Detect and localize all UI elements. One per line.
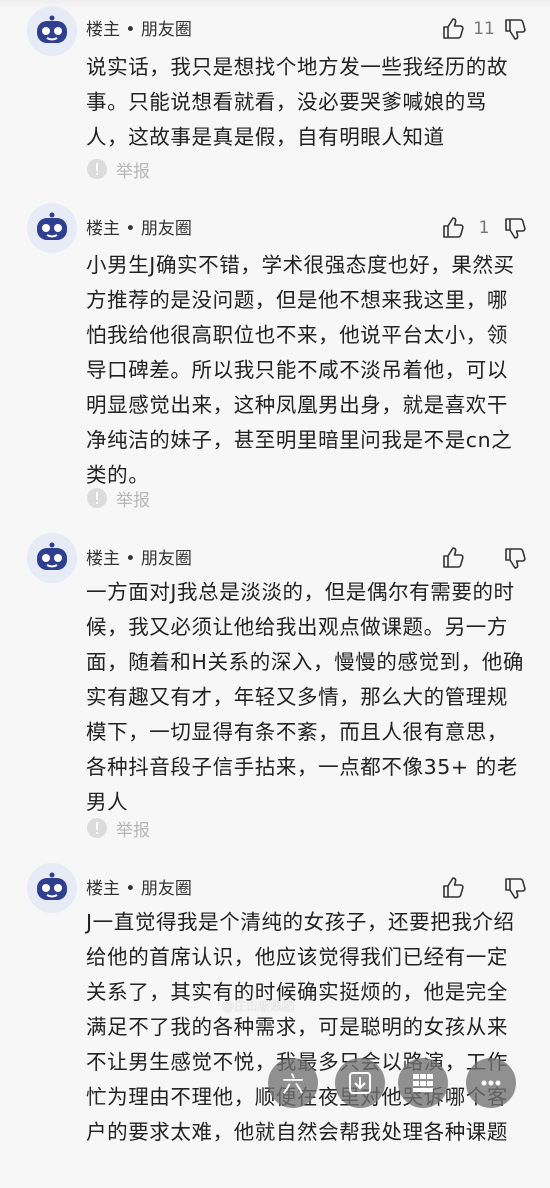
avatar[interactable] <box>27 533 77 583</box>
report-button[interactable]: 举报 <box>86 486 150 511</box>
author-label: 楼主 • 朋友圈 <box>86 219 192 239</box>
thumbs-down-icon[interactable] <box>502 16 528 42</box>
thumbs-up-icon[interactable] <box>440 545 466 571</box>
author-label: 楼主 • 朋友圈 <box>86 549 192 569</box>
warning-icon <box>87 818 107 838</box>
comment-text: 小男生J确实不错，学术很强态度也好，果然买方推荐的是没问题，但是他不想来我这里，… <box>86 253 515 487</box>
comment-actions <box>440 544 528 572</box>
report-label: 举报 <box>116 490 150 511</box>
avatar[interactable] <box>27 6 77 56</box>
report-label: 举报 <box>116 161 150 182</box>
report-label: 举报 <box>116 820 150 841</box>
thumbs-up-icon[interactable] <box>440 215 466 241</box>
robot-avatar-icon <box>37 212 67 240</box>
robot-avatar-icon <box>37 872 67 900</box>
warning-icon <box>87 159 107 179</box>
fab-gift[interactable]: 六 <box>268 1058 318 1108</box>
comment-thread: 楼主 • 朋友圈 11 说实话，我只是想找个地方发一些我经历的故事。只能说想看就… <box>0 0 550 1188</box>
comment-actions: 11 <box>440 15 528 43</box>
thumbs-down-icon[interactable] <box>502 875 528 901</box>
robot-avatar-icon <box>37 542 67 570</box>
fab-download[interactable] <box>335 1058 385 1108</box>
report-button[interactable]: 举报 <box>86 157 150 182</box>
grid-icon <box>413 1074 433 1092</box>
comment-actions: 1 <box>440 214 528 242</box>
comment-actions <box>440 874 528 902</box>
author-label: 楼主 • 朋友圈 <box>86 20 192 40</box>
fab-more[interactable] <box>466 1058 516 1108</box>
gift-icon: 六 <box>281 1073 304 1098</box>
avatar[interactable] <box>27 863 77 913</box>
avatar[interactable] <box>27 203 77 253</box>
comment-text: J一直觉得我是个清纯的女孩子，还要把我介绍给他的首席认识，他应该觉得我们已经有一… <box>86 910 515 1144</box>
like-count: 11 <box>473 19 495 39</box>
watermark: @庄出版集团 <box>222 999 295 1013</box>
thumbs-down-icon[interactable] <box>502 215 528 241</box>
warning-icon <box>87 488 107 508</box>
like-count: 1 <box>478 218 490 238</box>
fab-grid[interactable] <box>398 1058 448 1108</box>
download-icon <box>349 1072 371 1094</box>
thumbs-up-icon[interactable] <box>440 16 466 42</box>
thumbs-down-icon[interactable] <box>502 545 528 571</box>
thumbs-up-icon[interactable] <box>440 875 466 901</box>
top-fade <box>0 0 550 8</box>
more-icon <box>481 1080 501 1086</box>
robot-avatar-icon <box>37 15 67 43</box>
comment-text: 一方面对J我总是淡淡的，但是偶尔有需要的时候，我又必须让他给我出观点做课题。另一… <box>86 580 525 814</box>
comment-text: 说实话，我只是想找个地方发一些我经历的故事。只能说想看就看，没必要哭爹喊娘的骂人… <box>86 55 508 149</box>
report-button[interactable]: 举报 <box>86 816 150 841</box>
author-label: 楼主 • 朋友圈 <box>86 879 192 899</box>
